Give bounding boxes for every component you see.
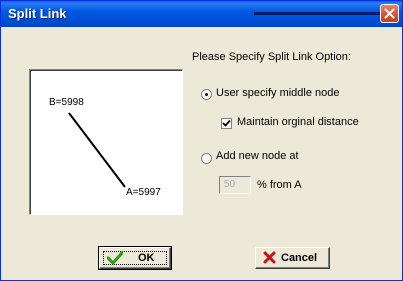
close-icon [384, 8, 395, 19]
radio-selected-dot [205, 93, 208, 96]
options-heading: Please Specify Split Link Option: [192, 51, 351, 63]
maintain-distance-label[interactable]: Maintain orginal distance [237, 116, 359, 128]
radio-add-new-node-label[interactable]: Add new node at [216, 150, 299, 162]
checkmark-icon [107, 251, 123, 265]
link-line [68, 112, 126, 188]
maintain-distance-checkbox[interactable] [221, 118, 232, 129]
window-title: Split Link [8, 6, 67, 21]
radio-user-specify-middle-node[interactable] [201, 89, 212, 100]
radio-add-new-node[interactable] [201, 153, 212, 164]
node-a-label: A=5997 [126, 187, 161, 198]
close-button[interactable] [380, 4, 399, 23]
ok-button[interactable]: OK [98, 246, 172, 270]
link-diagram-panel: B=5998 A=5997 [29, 69, 183, 215]
percent-input[interactable]: 50 [219, 176, 251, 194]
cancel-button[interactable]: Cancel [255, 247, 330, 269]
cancel-button-label: Cancel [281, 252, 318, 264]
title-bar-line [254, 12, 385, 15]
split-link-dialog: Split Link B=5998 A=5997 Please Specify … [0, 0, 403, 281]
ok-button-label: OK [138, 252, 155, 264]
x-icon [263, 251, 276, 264]
percent-suffix-label: % from A [257, 179, 302, 191]
node-b-label: B=5998 [49, 97, 84, 108]
title-bar[interactable]: Split Link [1, 1, 402, 27]
radio-user-specify-label[interactable]: User specify middle node [216, 87, 340, 99]
checkmark-glyph-icon [222, 119, 231, 127]
